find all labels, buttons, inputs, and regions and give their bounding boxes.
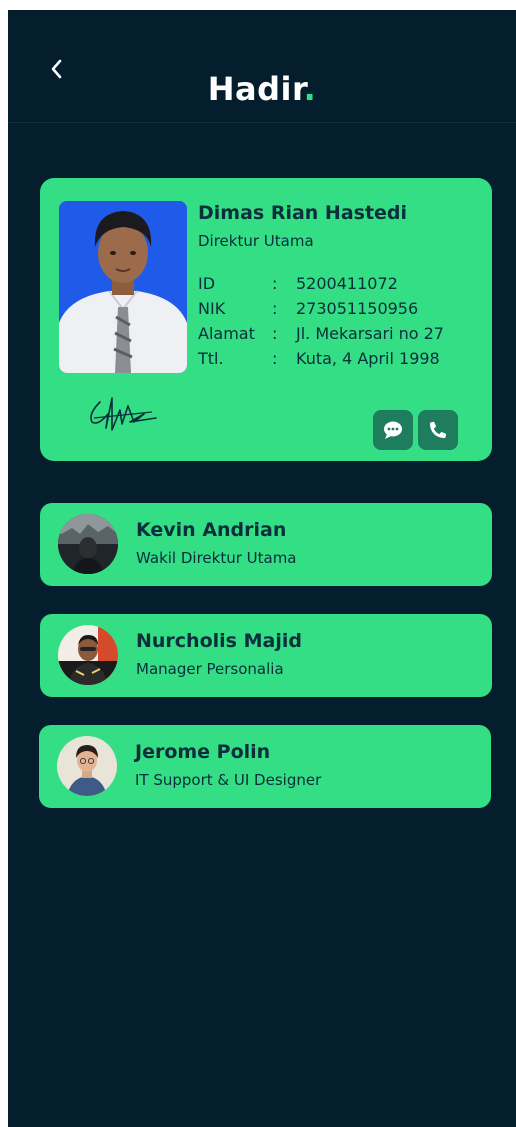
signature-image	[90, 397, 157, 431]
app-header: Hadir.	[8, 10, 516, 123]
chat-button[interactable]	[373, 410, 413, 450]
member-role: Manager Personalia	[136, 660, 284, 678]
member-name: Jerome Polin	[135, 741, 271, 763]
info-separator: :	[272, 349, 278, 368]
logo-dot: .	[303, 70, 317, 108]
logo-text: Hadir	[207, 70, 304, 108]
info-label: ID	[198, 274, 216, 293]
member-role: IT Support & UI Designer	[135, 771, 322, 789]
info-label: Ttl.	[198, 349, 224, 368]
avatar	[58, 514, 118, 574]
app-logo: Hadir.	[8, 70, 516, 108]
member-card[interactable]: Jerome Polin IT Support & UI Designer	[39, 725, 491, 808]
info-value: Kuta, 4 April 1998	[296, 349, 440, 368]
avatar	[57, 736, 117, 796]
avatar	[58, 625, 118, 685]
app-screen: Hadir. Dimas Rian Hastedi Direktur Utama…	[8, 10, 516, 1127]
chat-icon	[384, 421, 402, 439]
member-name: Kevin Andrian	[136, 519, 287, 541]
info-separator: :	[272, 324, 278, 343]
info-value: 273051150956	[296, 299, 419, 318]
call-button[interactable]	[418, 410, 458, 450]
info-row-ttl: Ttl.: Kuta, 4 April 1998	[198, 349, 440, 368]
profile-photo	[59, 201, 187, 373]
info-label: Alamat	[198, 324, 255, 343]
info-value: Jl. Mekarsari no 27	[296, 324, 444, 343]
info-label: NIK	[198, 299, 226, 318]
profile-name: Dimas Rian Hastedi	[198, 202, 408, 224]
member-card[interactable]: Nurcholis Majid Manager Personalia	[40, 614, 492, 697]
member-name: Nurcholis Majid	[136, 630, 302, 652]
member-role: Wakil Direktur Utama	[136, 549, 297, 567]
member-card[interactable]: Kevin Andrian Wakil Direktur Utama	[40, 503, 492, 586]
info-separator: :	[272, 274, 278, 293]
info-row-nik: NIK:273051150956	[198, 299, 418, 318]
phone-icon	[430, 421, 447, 438]
profile-role: Direktur Utama	[198, 232, 314, 250]
info-row-id: ID:5200411072	[198, 274, 398, 293]
info-value: 5200411072	[296, 274, 398, 293]
profile-card: Dimas Rian Hastedi Direktur Utama ID:520…	[40, 178, 492, 461]
info-separator: :	[272, 299, 278, 318]
info-row-alamat: Alamat: Jl. Mekarsari no 27	[198, 324, 444, 343]
